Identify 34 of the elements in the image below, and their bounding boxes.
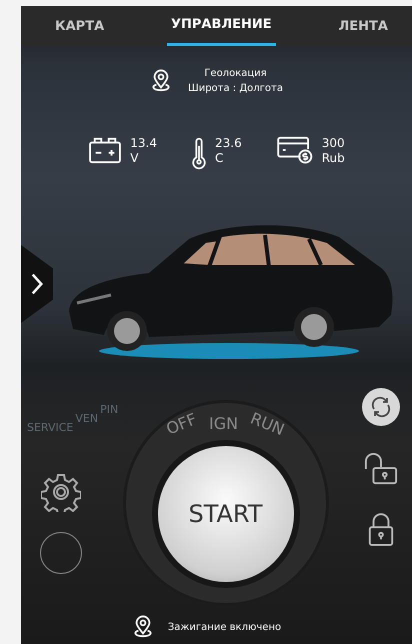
settings-button[interactable] bbox=[41, 472, 81, 512]
geolocation-title: Геолокация bbox=[204, 68, 267, 79]
stat-value: 300 bbox=[322, 136, 345, 151]
coordinates-text: Широта : Долгота bbox=[188, 83, 283, 94]
stat-value: 13.4 bbox=[130, 136, 157, 151]
chevron-right-icon bbox=[31, 272, 43, 296]
key-position-label: OFF bbox=[164, 409, 200, 441]
location-pin-icon bbox=[132, 615, 154, 639]
tab[interactable]: ЛЕНТА bbox=[334, 6, 392, 46]
key-position-label: IGN bbox=[209, 414, 238, 435]
card-payment-icon bbox=[276, 136, 314, 164]
stat-value: 23.6 bbox=[214, 136, 242, 151]
unlock-button[interactable] bbox=[362, 452, 400, 486]
start-button[interactable]: START bbox=[158, 446, 294, 582]
ignition-status-text: Зажигание включено bbox=[168, 622, 282, 632]
mode-label: PIN bbox=[100, 403, 118, 416]
padlock-icon bbox=[367, 512, 395, 548]
lock-button[interactable] bbox=[367, 512, 395, 548]
mode-label: SERVICE bbox=[27, 421, 74, 434]
tab[interactable]: КАРТА bbox=[51, 6, 108, 46]
stat-unit: V bbox=[130, 151, 140, 166]
stat-unit: Rub bbox=[322, 151, 345, 166]
refresh-button[interactable] bbox=[362, 388, 400, 426]
battery-icon bbox=[88, 136, 122, 164]
stat-unit: C bbox=[214, 151, 224, 166]
tab[interactable]: УПРАВЛЕНИЕ bbox=[166, 6, 276, 46]
key-position-label: RUN bbox=[246, 408, 288, 442]
round-button[interactable] bbox=[40, 532, 82, 574]
location-pin-icon bbox=[150, 69, 172, 93]
mode-label: VEN bbox=[75, 412, 98, 425]
unlocked-padlock-icon bbox=[362, 452, 400, 486]
settings-icon bbox=[41, 472, 81, 512]
thermometer-icon bbox=[190, 136, 207, 170]
refresh-icon bbox=[369, 395, 393, 419]
